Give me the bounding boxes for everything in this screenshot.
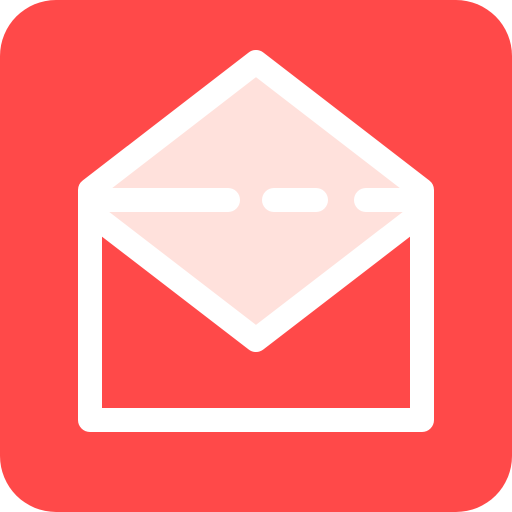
open-envelope-icon bbox=[0, 0, 512, 512]
app-icon bbox=[0, 0, 512, 512]
